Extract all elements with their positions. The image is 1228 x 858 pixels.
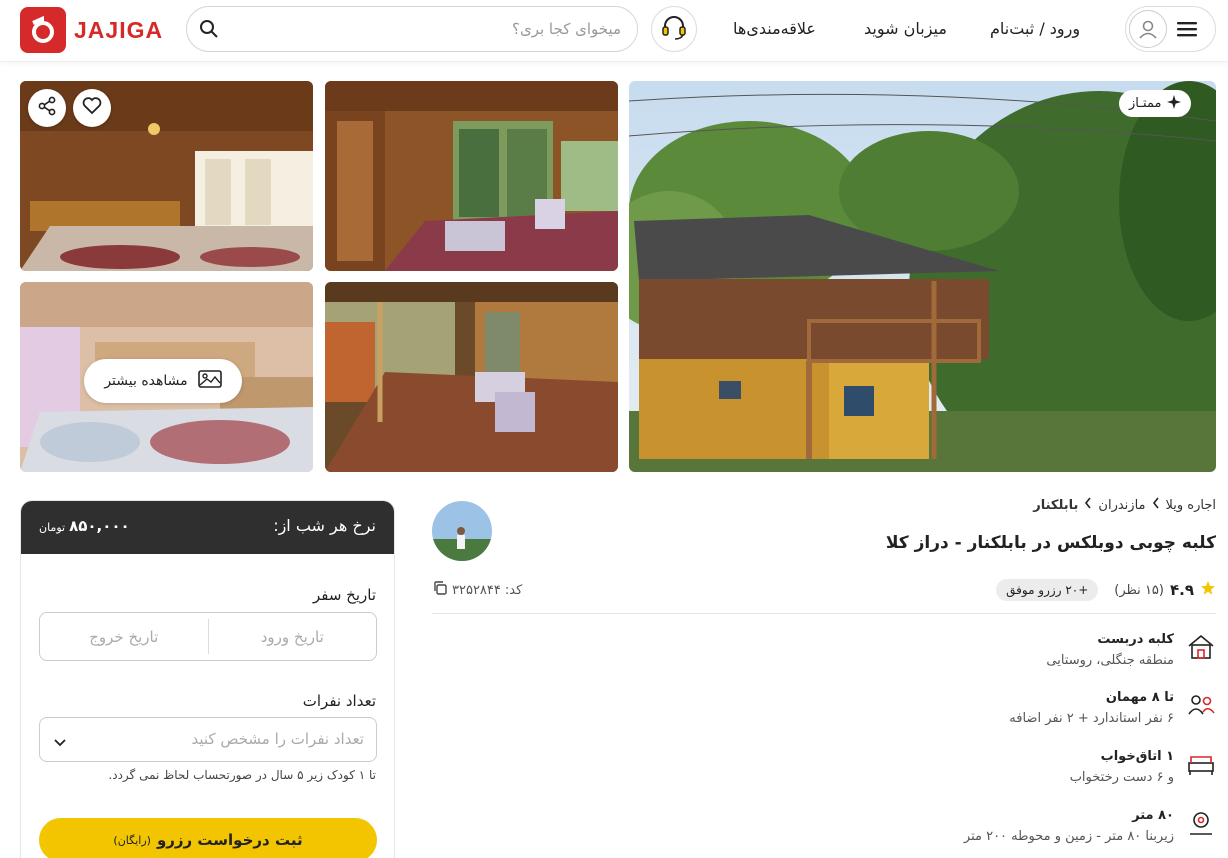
feature-subtitle: و ۶ دست رختخواب — [1069, 770, 1174, 785]
search-input[interactable] — [241, 7, 621, 51]
listing-code[interactable]: کد: ۳۲۵۲۸۴۴ — [432, 580, 522, 600]
guests-icon — [1186, 690, 1216, 720]
feature-title: کلبه دربست — [1097, 632, 1174, 647]
feature-title: ۱ اتاق‌خواب — [1100, 749, 1174, 764]
premium-badge-label: ممتـاز — [1129, 96, 1162, 111]
child-note: تا ۱ کودک زیر ۵ سال در صورتحساب لحاظ نمی… — [108, 768, 376, 782]
checkout-date-field[interactable]: تاریخ خروج — [40, 613, 208, 660]
logo-mark-icon — [20, 7, 66, 53]
feature-property-type: کلبه دربست منطقه جنگلی، روستایی — [1046, 632, 1216, 668]
logo[interactable]: JAJIGA — [20, 7, 163, 53]
date-range-picker[interactable]: تاریخ ورود تاریخ خروج — [39, 612, 377, 661]
user-avatar-icon — [1129, 10, 1167, 48]
show-more-photos-button[interactable]: مشاهده بیشتر — [84, 359, 242, 403]
booking-card: نرخ هر شب از: ۸۵۰,۰۰۰تومان تاریخ سفر تار… — [20, 500, 395, 858]
gallery-photo-2[interactable] — [325, 81, 618, 271]
travel-date-label: تاریخ سفر — [312, 586, 376, 604]
top-header: JAJIGA علاقه‌مندی‌ها میزبان شوید ورود / … — [0, 0, 1228, 62]
reserve-note: (رایگان) — [113, 833, 151, 847]
nav-login[interactable]: ورود / ثبت‌نام — [990, 19, 1080, 38]
main-photo[interactable] — [629, 81, 1216, 472]
star-icon — [1200, 580, 1216, 600]
code-value: ۳۲۵۲۸۴۴ — [452, 582, 501, 598]
hamburger-menu-icon — [1176, 19, 1198, 43]
reserve-button[interactable]: ثبت درخواست رزرو (رایگان) — [39, 818, 377, 858]
breadcrumb-item-city[interactable]: بابلکنار — [1033, 498, 1078, 513]
share-button[interactable] — [28, 89, 66, 127]
feature-subtitle: زیربنا ۸۰ متر - زمین و محوطه ۲۰۰ متر — [963, 829, 1174, 844]
guests-label: تعداد نفرات — [302, 692, 376, 710]
feature-subtitle: ۶ نفر استاندارد + ۲ نفر اضافه — [1009, 711, 1174, 726]
host-avatar[interactable] — [432, 501, 492, 561]
feature-bedrooms: ۱ اتاق‌خواب و ۶ دست رختخواب — [1070, 749, 1216, 785]
headset-icon — [659, 12, 689, 46]
favorite-button[interactable] — [73, 89, 111, 127]
bed-icon — [1186, 749, 1216, 779]
breadcrumb-item-villa[interactable]: اجاره ویلا — [1166, 498, 1216, 513]
premium-badge: ممتـاز — [1119, 90, 1192, 117]
feature-guests: تا ۸ مهمان ۶ نفر استاندارد + ۲ نفر اضافه — [1009, 690, 1216, 726]
feature-title: تا ۸ مهمان — [1105, 690, 1174, 705]
chevron-left-icon — [1152, 497, 1160, 513]
guests-placeholder: تعداد نفرات را مشخص کنید — [191, 730, 365, 748]
support-button[interactable] — [651, 6, 697, 52]
user-menu-button[interactable] — [1125, 6, 1216, 52]
copy-icon[interactable] — [432, 580, 448, 600]
area-icon — [1186, 808, 1216, 838]
breadcrumb: اجاره ویلا مازندران بابلکنار — [1033, 497, 1216, 513]
divider — [432, 613, 1216, 614]
breadcrumb-item-province[interactable]: مازندران — [1098, 498, 1145, 513]
chevron-down-icon — [54, 732, 66, 751]
search-icon[interactable] — [199, 19, 219, 43]
house-icon — [1186, 632, 1216, 662]
search-bar[interactable] — [186, 6, 638, 52]
feature-area: ۸۰ متر زیربنا ۸۰ متر - زمین و محوطه ۲۰۰ م… — [964, 808, 1216, 844]
rating-row: ۴.۹ (۱۵ نظر) +۲۰ رزرو موفق — [996, 579, 1216, 601]
feature-title: ۸۰ متر — [1132, 808, 1174, 823]
listing-title: کلبه چوبی دوبلکس در بابلکنار - دراز کلا — [885, 533, 1216, 553]
nav-become-host[interactable]: میزبان شوید — [864, 19, 947, 38]
heart-icon — [82, 97, 102, 119]
chevron-left-icon — [1084, 497, 1092, 513]
review-count[interactable]: (۱۵ نظر) — [1114, 583, 1164, 598]
rating-value: ۴.۹ — [1169, 581, 1194, 599]
reserve-label: ثبت درخواست رزرو — [156, 831, 303, 849]
share-icon — [37, 96, 57, 120]
currency-label: تومان — [39, 521, 66, 534]
image-gallery-icon — [197, 369, 222, 393]
date-divider — [207, 619, 209, 654]
guests-select[interactable]: تعداد نفرات را مشخص کنید — [39, 717, 377, 762]
price: ۸۵۰,۰۰۰تومان — [39, 517, 130, 535]
nav-favorites[interactable]: علاقه‌مندی‌ها — [733, 19, 816, 38]
booking-header: نرخ هر شب از: ۸۵۰,۰۰۰تومان — [21, 501, 394, 554]
logo-text: JAJIGA — [74, 16, 164, 43]
sparkle-icon — [1167, 94, 1182, 113]
code-label: کد: — [504, 582, 523, 598]
feature-subtitle: منطقه جنگلی، روستایی — [1046, 653, 1174, 668]
show-more-label: مشاهده بیشتر — [104, 373, 188, 389]
price-value: ۸۵۰,۰۰۰ — [69, 517, 130, 535]
checkin-date-field[interactable]: تاریخ ورود — [209, 613, 377, 660]
rate-label: نرخ هر شب از: — [273, 516, 376, 535]
gallery-photo-3[interactable] — [325, 282, 618, 472]
successful-bookings-badge: +۲۰ رزرو موفق — [996, 579, 1099, 601]
